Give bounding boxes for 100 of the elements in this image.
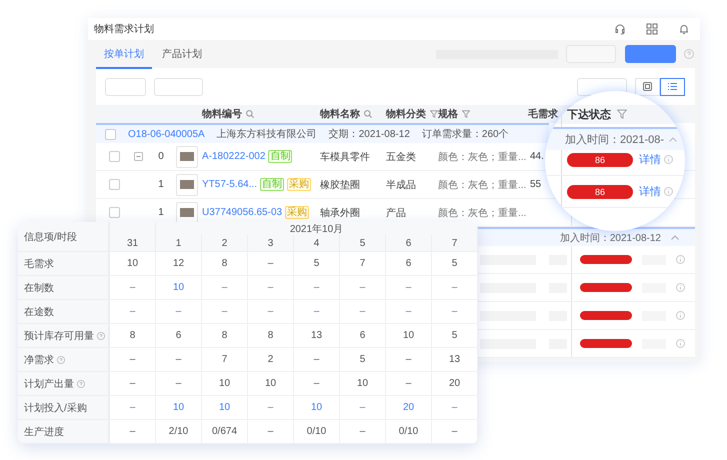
table-cell: – [314, 354, 320, 365]
month-header: 2021年10月 [156, 222, 478, 235]
value-link[interactable]: – [314, 282, 320, 293]
checkbox[interactable] [108, 151, 120, 162]
table-cell: 8 [222, 330, 228, 341]
order-group-row[interactable]: O18-06-040005A 上海东方科技有限公司 交期：2021-08-12 订单需求量：260个 [96, 123, 549, 143]
table-cell: 10 [218, 378, 230, 389]
value-link[interactable]: 10 [172, 282, 184, 293]
table-cell: 10 [402, 330, 414, 341]
list-view-button[interactable] [660, 78, 685, 96]
value-link[interactable]: – [222, 282, 228, 293]
value-link[interactable]: – [452, 306, 458, 317]
table-cell: 0/10 [398, 426, 418, 437]
value-link[interactable]: – [268, 306, 274, 317]
value-link[interactable]: 10 [310, 402, 322, 413]
collapse-icon[interactable] [134, 152, 142, 161]
value-link[interactable]: – [222, 306, 228, 317]
material-code-link[interactable]: A-180222-002 [202, 151, 266, 162]
value-link[interactable]: – [360, 282, 366, 293]
filter-icon[interactable] [430, 110, 438, 118]
tab[interactable]: 产品计划 [154, 40, 210, 68]
search-icon[interactable] [246, 110, 254, 118]
filter-field[interactable] [105, 78, 146, 96]
window-title: 物料需求计划 [94, 22, 154, 36]
order-quantity: 订单需求量：260个 [422, 128, 509, 141]
day-header: 6 [386, 235, 432, 252]
info-icon[interactable] [664, 155, 673, 164]
value-link[interactable]: – [452, 282, 458, 293]
details-link[interactable]: 详情 [639, 184, 661, 199]
info-icon[interactable] [676, 339, 685, 348]
value-link[interactable]: – [268, 402, 274, 413]
filter-icon[interactable] [462, 110, 470, 118]
info-icon[interactable] [676, 311, 685, 320]
value-link[interactable]: – [360, 402, 366, 413]
table-cell: – [268, 258, 274, 269]
value-link[interactable]: – [452, 402, 458, 413]
column-header: 物料编号 [202, 108, 242, 121]
help-icon[interactable] [684, 49, 694, 59]
table-cell: 44. [530, 151, 544, 162]
checkbox[interactable] [108, 207, 120, 218]
chevron-up-icon[interactable] [669, 137, 677, 142]
table-cell: – [130, 426, 136, 437]
status-pill [580, 339, 632, 348]
table-cell-text: 半成品 [386, 178, 417, 192]
column-header: 规格 [438, 108, 458, 121]
filter-icon[interactable] [617, 109, 627, 119]
tag: 采购 [285, 206, 310, 219]
row-header: 毛需求 [24, 258, 54, 270]
primary-button[interactable] [625, 45, 676, 63]
checkbox[interactable] [108, 179, 120, 190]
bell-icon[interactable] [678, 23, 690, 35]
table-cell: – [452, 426, 458, 437]
column-header: 物料名称 [320, 108, 360, 121]
placeholder-bar [480, 310, 536, 320]
value-link[interactable]: 10 [218, 402, 230, 413]
card-view-button[interactable] [635, 78, 660, 96]
search-icon[interactable] [364, 110, 372, 118]
value-link[interactable]: – [130, 282, 136, 293]
value-link[interactable]: – [130, 306, 136, 317]
level-number: 1 [157, 207, 165, 218]
help-icon[interactable] [97, 332, 105, 340]
value-link[interactable]: – [406, 306, 412, 317]
checkbox[interactable] [105, 128, 116, 140]
headset-icon[interactable] [614, 23, 626, 35]
details-link[interactable]: 详情 [639, 152, 661, 167]
chevron-up-icon[interactable] [671, 235, 679, 240]
list-icon [668, 82, 677, 91]
table-cell-text: 橡胶垫圈 [320, 178, 361, 192]
help-icon[interactable] [77, 380, 85, 388]
value-link[interactable]: – [406, 282, 412, 293]
status-pill [580, 311, 632, 320]
info-icon[interactable] [676, 255, 685, 264]
table-cell: 13 [310, 330, 322, 341]
info-icon[interactable] [664, 187, 673, 196]
table-cell: 10 [356, 378, 368, 389]
row-header: 生产进度 [24, 426, 64, 438]
material-code-link[interactable]: U37749056.65-03 [202, 207, 282, 218]
table-cell: 5 [452, 330, 458, 341]
table-cell: – [406, 354, 412, 365]
value-link[interactable]: – [268, 282, 274, 293]
filter-field[interactable] [154, 78, 203, 96]
value-link[interactable]: 10 [172, 402, 184, 413]
value-link[interactable]: – [130, 402, 136, 413]
row-header: 预计库存可用量 [24, 330, 94, 342]
order-link[interactable]: O18-06-040005A [128, 128, 205, 140]
grid-icon[interactable] [646, 23, 658, 35]
row-header: 计划产出量 [24, 378, 74, 390]
value-link[interactable]: 20 [402, 402, 414, 413]
value-link[interactable]: – [360, 306, 366, 317]
day-header: 1 [156, 235, 202, 252]
info-icon[interactable] [676, 283, 685, 292]
table-cell-text: 颜色：灰色；重量... [438, 178, 528, 192]
material-code-link[interactable]: YT57-5.64... [202, 179, 258, 190]
table-cell: – [176, 354, 182, 365]
row-header: 净需求 [24, 354, 54, 366]
help-icon[interactable] [57, 356, 65, 364]
value-link[interactable]: – [176, 306, 182, 317]
delivery-date: 交期：2021-08-12 [328, 128, 410, 141]
column-header: 物料分类 [386, 108, 426, 121]
value-link[interactable]: – [314, 306, 320, 317]
